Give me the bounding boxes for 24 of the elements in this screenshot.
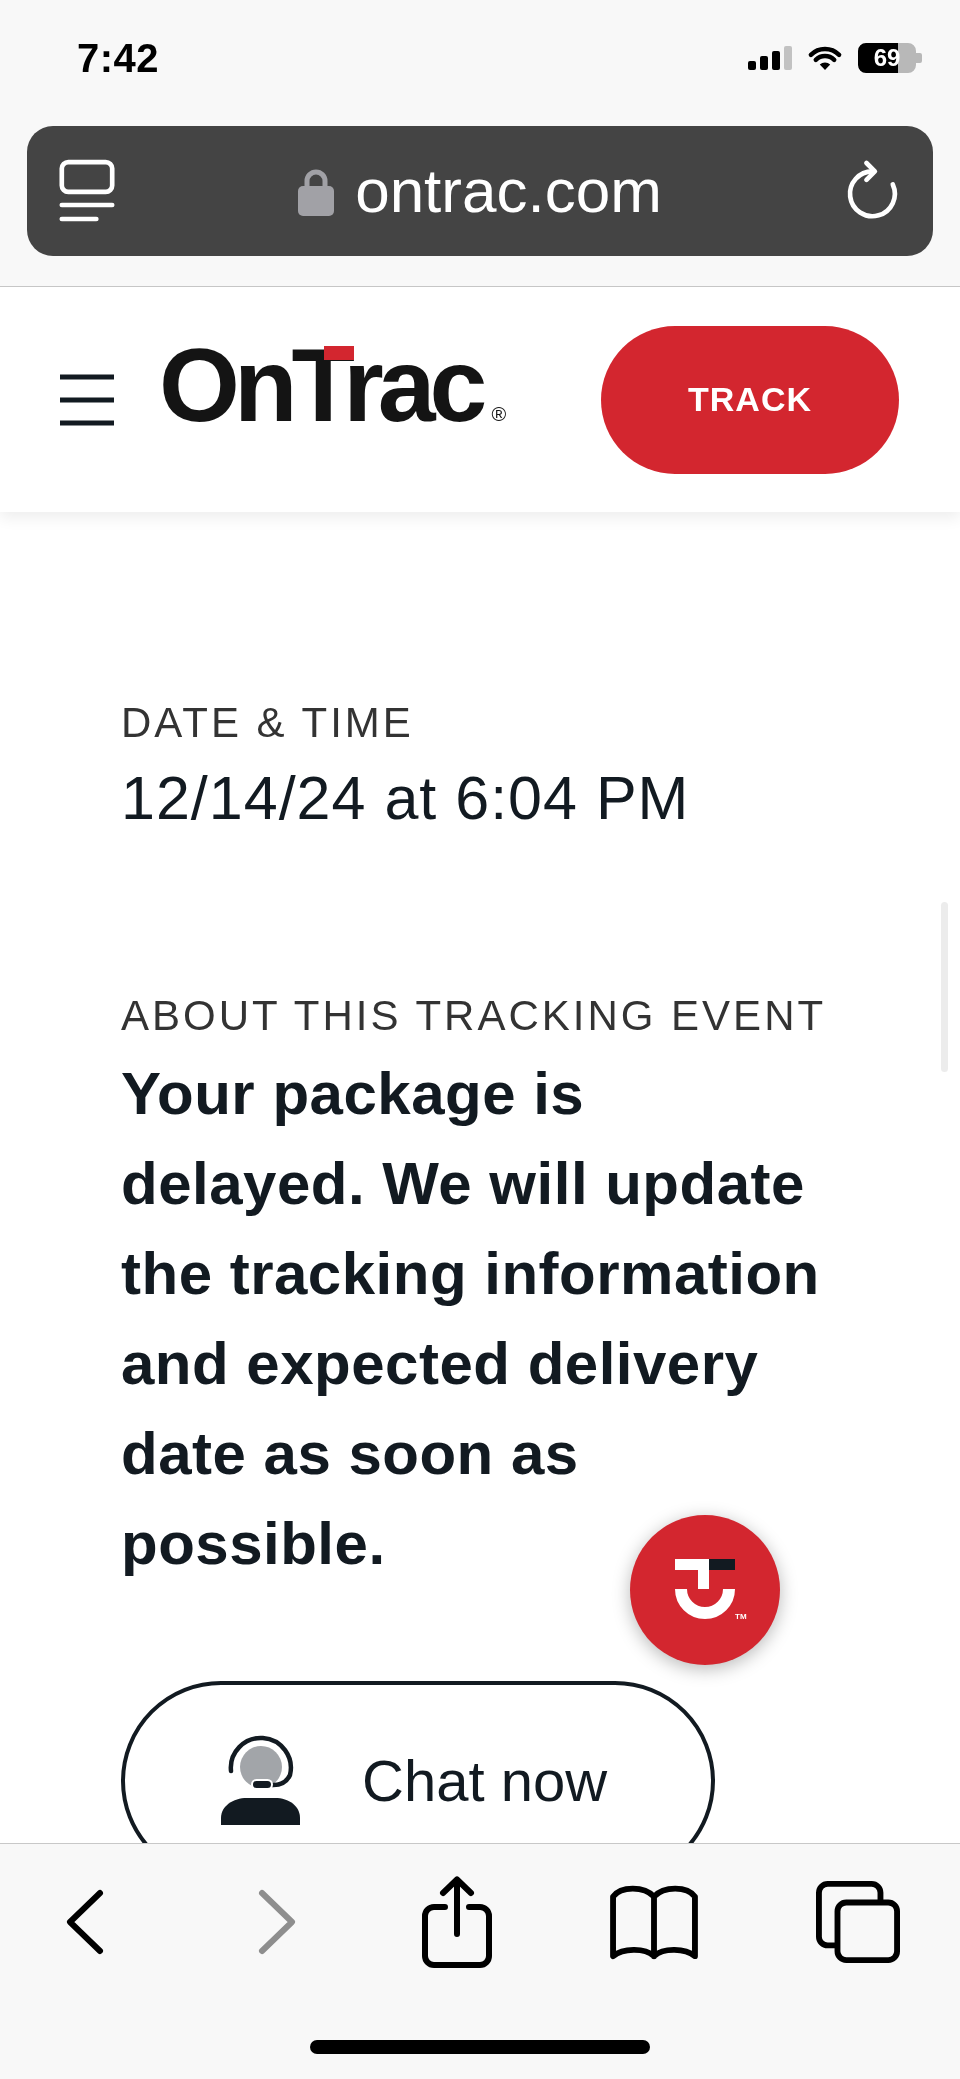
chat-bubble-button[interactable]: TM [630, 1515, 780, 1665]
share-icon [420, 1876, 494, 1968]
tabs-button[interactable] [814, 1880, 902, 1964]
track-button[interactable]: TRACK [601, 325, 899, 474]
book-icon [609, 1883, 699, 1961]
chevron-right-icon [256, 1888, 298, 1956]
page-menu-icon[interactable] [59, 158, 115, 224]
address-bar[interactable]: ontrac.com [27, 126, 933, 256]
share-button[interactable] [420, 1876, 494, 1968]
back-button[interactable] [64, 1888, 106, 1956]
overlapping-squares-icon [814, 1880, 902, 1964]
date-time-label: DATE & TIME [121, 698, 415, 748]
event-label: ABOUT THIS TRACKING EVENT [121, 991, 828, 1041]
chevron-left-icon [64, 1888, 106, 1956]
logo-symbol-icon [675, 1559, 735, 1619]
menu-icon[interactable] [60, 373, 114, 426]
bookmarks-button[interactable] [609, 1883, 699, 1961]
date-time-value: 12/14/24 at 6:04 PM [121, 763, 691, 833]
wifi-icon [807, 45, 843, 71]
person-headset-icon [221, 1735, 301, 1827]
status-time: 7:42 [77, 35, 160, 81]
signal-icon [748, 46, 792, 70]
url-text: ontrac.com [355, 155, 662, 227]
chat-now-button[interactable]: Chat now [121, 1681, 715, 1843]
